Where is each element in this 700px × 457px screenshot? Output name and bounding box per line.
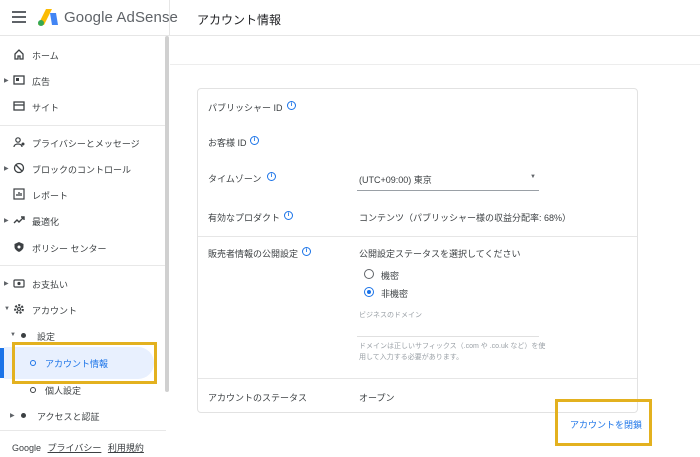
sidebar-item-label: 個人設定 (45, 386, 82, 396)
highlight-box (12, 342, 157, 384)
radio-confidential[interactable] (364, 269, 374, 279)
bullet-icon (21, 413, 26, 418)
radio-non-confidential[interactable] (364, 287, 374, 297)
radio-confidential-label[interactable]: 機密 (381, 269, 399, 282)
sidebar-divider (0, 125, 166, 126)
trending-up-icon (13, 216, 25, 224)
sidebar-item-policy[interactable]: ポリシー センター (0, 237, 160, 259)
timezone-select-underline (357, 190, 539, 191)
footer-privacy-link[interactable]: プライバシー (48, 443, 102, 453)
business-domain-label: ビジネスのドメイン (359, 312, 422, 319)
sidebar-item-payments[interactable]: ▶ お支払い (0, 273, 160, 295)
customer-id-label: お客様 ID (208, 138, 247, 148)
app-header: Google AdSense アカウント情報 (0, 0, 700, 36)
header-divider (169, 0, 170, 36)
business-domain-input[interactable] (357, 336, 539, 337)
seller-info-label: 販売者情報の公開設定 (208, 249, 299, 259)
sidebar-item-label: ポリシー センター (32, 244, 107, 254)
menu-icon[interactable] (12, 11, 26, 23)
caret-down-icon: ▼ (4, 306, 10, 312)
caret-right-icon: ▶ (4, 166, 9, 172)
caret-right-icon: ▶ (4, 218, 9, 224)
sidebar-item-reports[interactable]: レポート (0, 184, 160, 206)
info-icon[interactable]: i (302, 247, 311, 256)
sidebar-item-label: ブロックのコントロール (32, 165, 132, 175)
domain-hint-line1: ドメインは正しいサフィックス（.com や .co.uk など）を使 (359, 343, 546, 350)
sidebar-item-blocking[interactable]: ▶ ブロックのコントロール (0, 158, 160, 180)
row-divider (198, 378, 637, 379)
payments-icon (13, 279, 25, 288)
domain-hint-line2: 用して入力する必要があります。 (359, 354, 464, 361)
caret-right-icon: ▶ (10, 413, 15, 419)
active-products-value: コンテンツ（パブリッシャー様の収益分配率: 68%） (359, 213, 572, 223)
sidebar-item-label: ホーム (32, 51, 59, 61)
sidebar-item-label: アクセスと認証 (37, 412, 100, 422)
shield-icon (14, 242, 24, 252)
brand-name: Google AdSense (64, 9, 178, 26)
bullet-ring-icon (30, 387, 36, 393)
footer-terms-link[interactable]: 利用規約 (108, 443, 144, 453)
sidebar-item-access[interactable]: ▶ アクセスと認証 (0, 405, 160, 427)
bullet-icon (21, 333, 26, 338)
sidebar-item-label: アカウント (32, 306, 78, 316)
sidebar-item-label: 広告 (32, 77, 51, 87)
sidebar-divider (0, 430, 166, 431)
sidebar-scrollbar[interactable] (165, 36, 169, 392)
publisher-id-label: パブリッシャー ID (208, 103, 283, 113)
info-icon[interactable]: i (267, 172, 276, 181)
timezone-select[interactable]: (UTC+09:00) 東京 (359, 173, 432, 186)
sidebar-item-label: プライバシーとメッセージ (32, 139, 140, 149)
row-divider (198, 236, 637, 237)
block-icon (13, 162, 25, 174)
sidebar-footer: Google プライバシー 利用規約 (12, 441, 148, 454)
info-icon[interactable]: i (250, 136, 259, 145)
adsense-logo-icon (38, 9, 58, 26)
sidebar-divider (0, 265, 166, 266)
people-icon (13, 137, 25, 148)
chevron-down-icon[interactable]: ▼ (530, 174, 536, 180)
sidebar-item-label: お支払い (32, 280, 69, 290)
footer-google: Google (12, 443, 42, 453)
caret-down-icon: ▼ (10, 332, 16, 338)
sites-icon (13, 101, 25, 111)
info-icon[interactable]: i (287, 101, 296, 110)
info-icon[interactable]: i (284, 211, 293, 220)
caret-right-icon: ▶ (4, 78, 9, 84)
home-icon (14, 49, 24, 60)
active-products-label: 有効なプロダクト (208, 213, 281, 223)
sidebar-item-label: 最適化 (32, 217, 60, 227)
sidebar-item-privacy[interactable]: プライバシーとメッセージ (0, 132, 160, 154)
highlight-box (555, 399, 652, 446)
sidebar-item-label: レポート (32, 191, 69, 201)
main-top-divider (170, 64, 700, 65)
ads-icon (13, 75, 25, 85)
sidebar-item-home[interactable]: ホーム (0, 44, 160, 66)
radio-non-confidential-label[interactable]: 非機密 (381, 287, 408, 300)
seller-visibility-prompt: 公開設定ステータスを選択してください (359, 249, 521, 259)
timezone-label: タイムゾーン (208, 174, 262, 184)
sidebar-item-account[interactable]: ▼ アカウント (0, 299, 160, 321)
caret-right-icon: ▶ (4, 281, 9, 287)
sidebar-item-ads[interactable]: ▶ 広告 (0, 70, 160, 92)
sidebar-item-optimization[interactable]: ▶ 最適化 (0, 210, 160, 232)
account-status-value: オープン (359, 393, 395, 403)
gear-icon (14, 304, 24, 314)
report-icon (13, 188, 25, 200)
sidebar-item-label: サイト (32, 103, 60, 113)
account-status-label: アカウントのステータス (208, 393, 308, 403)
sidebar-item-personal[interactable]: 個人設定 (0, 379, 160, 401)
sidebar-item-sites[interactable]: サイト (0, 96, 160, 118)
page-title: アカウント情報 (197, 13, 282, 27)
